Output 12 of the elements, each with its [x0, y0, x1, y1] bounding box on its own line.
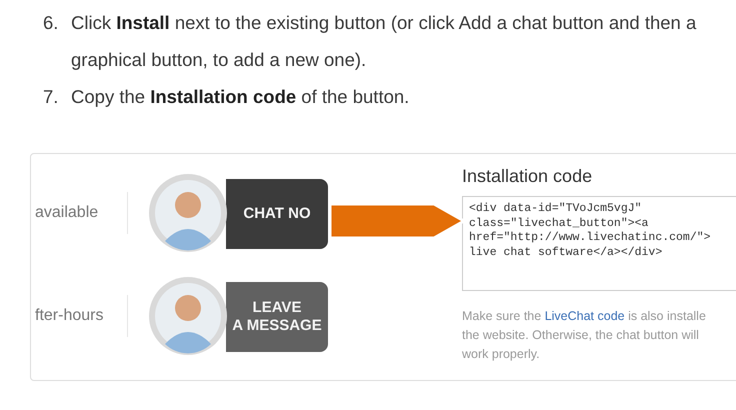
avatar-icon [148, 172, 228, 252]
step-number: 7. [43, 85, 60, 109]
livechat-code-link[interactable]: LiveChat code [544, 309, 625, 323]
step-text: Click Install next to the existing button (or click Add a chat button and then a graphical button, to add a new one). [71, 11, 698, 72]
help-text: Make sure the LiveChat code is also installe the website. Otherwise, the chat button will work properly. [462, 308, 707, 363]
code-field[interactable]: <div data-id="TVoJcm5vgJ" class="livechat_button"><a href="http://www.livechatinc.com/"> live chat software</a></div> [462, 196, 736, 291]
step-number: 6. [43, 11, 60, 35]
status-label: available [34, 204, 100, 222]
avatar-icon [148, 276, 228, 356]
section-title: Installation code [462, 166, 594, 187]
step-text: Copy the Installation code of the button. [71, 85, 410, 109]
status-label: fter-hours [34, 306, 104, 324]
